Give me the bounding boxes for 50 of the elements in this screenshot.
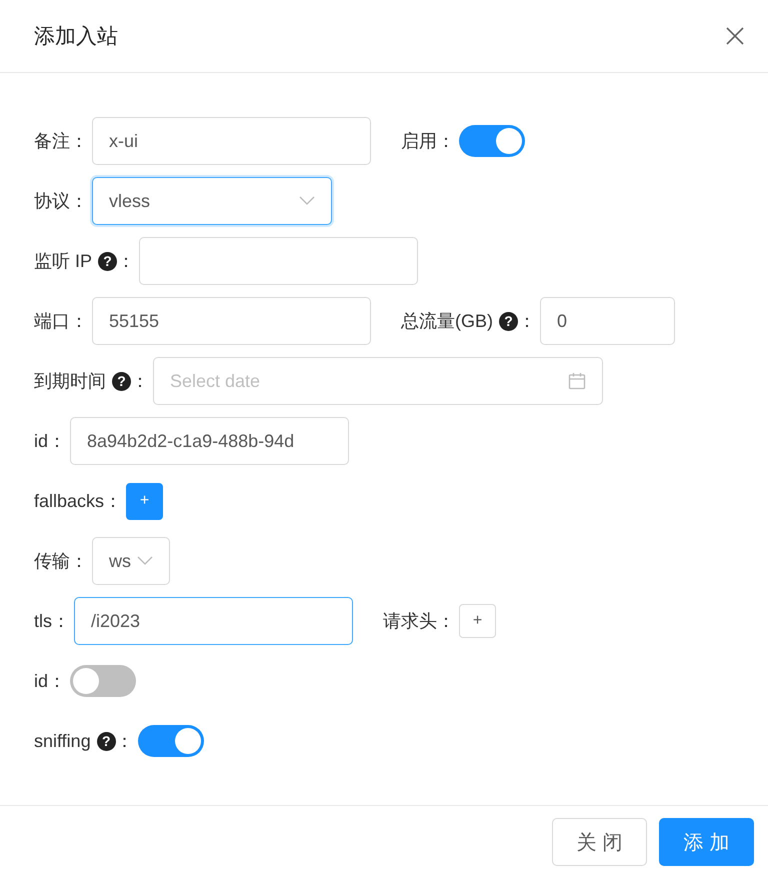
close-icon[interactable] (726, 27, 744, 45)
colon: ： (131, 370, 149, 393)
colon: ： (518, 310, 536, 333)
colon: ： (437, 610, 455, 633)
field-label: 监听 IP (34, 250, 92, 273)
toggle-switch[interactable] (138, 725, 204, 757)
input-field[interactable]: 8a94b2d2-c1a9-488b-94d (70, 417, 350, 465)
colon: ： (117, 250, 136, 273)
calendar-icon (568, 372, 586, 390)
colon: ： (48, 670, 66, 693)
colon: ： (437, 130, 455, 153)
add-button[interactable]: + (459, 604, 496, 638)
colon: ： (52, 610, 70, 633)
toggle-switch[interactable] (459, 125, 525, 157)
help-icon[interactable]: ? (499, 312, 518, 330)
field-label: 到期时间 (34, 370, 106, 393)
toggle-switch[interactable] (70, 665, 136, 697)
colon: ： (116, 730, 134, 753)
field-label: tls (34, 610, 52, 632)
input-field[interactable]: /i2023 (74, 597, 353, 645)
field-label: 启用 (401, 130, 437, 153)
input-field[interactable] (139, 237, 418, 285)
colon: ： (70, 130, 88, 153)
colon: ： (70, 550, 88, 573)
input-field[interactable]: 0 (540, 297, 675, 345)
field-label: id (34, 430, 48, 452)
field-label: fallbacks (34, 490, 104, 512)
colon: ： (48, 430, 66, 453)
colon: ： (104, 490, 122, 513)
field-label: id (34, 670, 48, 692)
close-button[interactable]: 关 闭 (552, 818, 647, 866)
field-label: 备注 (34, 130, 70, 153)
help-icon[interactable]: ? (98, 252, 118, 270)
chevron-icon (137, 556, 153, 566)
field-label: sniffing (34, 730, 91, 752)
select-field[interactable]: vless (92, 177, 332, 225)
help-icon[interactable]: ? (96, 732, 116, 750)
input-field[interactable]: 55155 (92, 297, 371, 345)
field-label: 传输 (34, 550, 70, 573)
field-label: 协议 (34, 190, 70, 213)
input-field[interactable]: x-ui (92, 117, 371, 165)
colon: ： (70, 310, 88, 333)
colon: ： (70, 190, 88, 213)
select-field[interactable]: ws (92, 537, 170, 585)
field-label: 总流量(GB) (401, 310, 493, 333)
help-icon[interactable]: ? (112, 372, 131, 390)
field-label: 请求头 (383, 610, 437, 633)
field-label: 端口 (34, 310, 70, 333)
dialog-title: 添加入站 (34, 24, 118, 50)
chevron-icon (299, 196, 315, 206)
